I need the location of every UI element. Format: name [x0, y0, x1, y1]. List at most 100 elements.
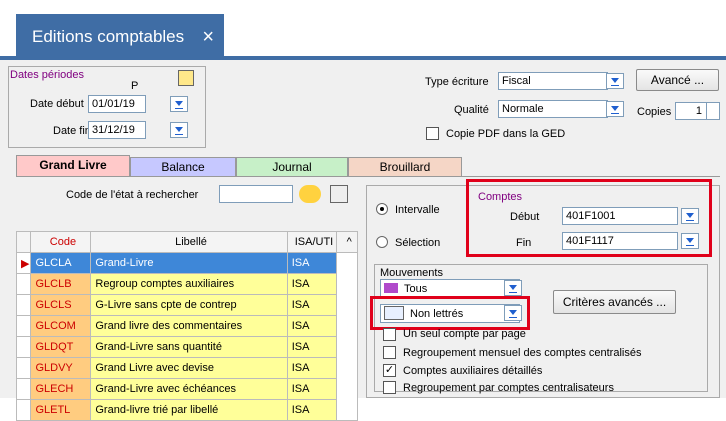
end-date-dropdown-icon[interactable]: [170, 122, 188, 138]
quality-select[interactable]: Normale: [498, 100, 608, 118]
table-row[interactable]: GLCLB Regroup comptes auxiliaires ISA: [15, 273, 358, 295]
table-cell-code[interactable]: GLCLA: [30, 252, 92, 274]
table-cell-type[interactable]: ISA: [286, 294, 338, 316]
tab-grand-livre[interactable]: Grand Livre: [16, 155, 130, 177]
check-label-one-account: Un seul compte par page: [403, 328, 526, 340]
start-date-label: Date début: [30, 98, 84, 110]
current-row-icon: ▶: [15, 252, 32, 274]
table-cell-label[interactable]: Grand-Livre: [90, 252, 288, 274]
table-cell-code[interactable]: GLCLS: [30, 294, 92, 316]
table-cell-type[interactable]: ISA: [286, 357, 338, 379]
type-label: Type écriture: [425, 76, 489, 88]
selection-label: Sélection: [395, 237, 441, 249]
table-cell-label[interactable]: G-Livre sans cpte de contrep: [90, 294, 288, 316]
window-title: Editions comptables: [32, 27, 185, 46]
checkbox-aux-detailed[interactable]: ✓: [383, 364, 396, 377]
table-cell-code[interactable]: GLETL: [30, 399, 92, 421]
table-cell-type[interactable]: ISA: [286, 315, 338, 337]
search-icon[interactable]: [299, 185, 321, 203]
movements-all-dropdown-icon[interactable]: [504, 280, 522, 296]
scrollbar[interactable]: [336, 252, 358, 421]
selection-radio[interactable]: [376, 236, 388, 248]
checkbox-one-account[interactable]: [383, 328, 396, 341]
tab-divider: [16, 176, 720, 177]
tab-brouillard[interactable]: Brouillard: [348, 157, 462, 177]
close-icon[interactable]: ×: [202, 14, 214, 60]
pin-icon: [384, 283, 398, 293]
notes-icon[interactable]: [330, 185, 348, 203]
check-label-aux-detailed: Comptes auxiliaires détaillés: [403, 365, 543, 377]
table-row[interactable]: GLCOM Grand livre des commentaires ISA: [15, 315, 358, 337]
letter-value: Non lettrés: [410, 308, 464, 320]
movements-all-value: Tous: [404, 283, 428, 295]
accounts-start-dropdown-icon[interactable]: [681, 208, 699, 224]
accounts-start-field[interactable]: 401F1001: [562, 207, 678, 225]
tab-journal[interactable]: Journal: [236, 157, 348, 177]
table-cell-label[interactable]: Grand livre des commentaires: [90, 315, 288, 337]
check-label-centralizers: Regroupement par comptes centralisateurs: [403, 382, 614, 394]
table-cell-code[interactable]: GLCLB: [30, 273, 92, 295]
quality-dropdown-icon[interactable]: [606, 101, 624, 117]
code-header[interactable]: Code: [30, 231, 92, 253]
movements-all-select[interactable]: [380, 279, 520, 297]
table-cell-type[interactable]: ISA: [286, 399, 338, 421]
advanced-criteria-button[interactable]: Critères avancés ...: [553, 290, 676, 314]
checkbox-centralizers[interactable]: [383, 381, 396, 394]
table-row[interactable]: GLETL Grand-livre trié par libellé ISA: [15, 399, 358, 421]
copies-field[interactable]: 1: [675, 102, 707, 120]
letter-dropdown-icon[interactable]: [504, 305, 522, 321]
start-date-field[interactable]: 01/01/19: [88, 95, 146, 113]
table-cell-code[interactable]: GLDVY: [30, 357, 92, 379]
checkbox-monthly[interactable]: [383, 346, 396, 359]
table-cell-label[interactable]: Grand-livre trié par libellé: [90, 399, 288, 421]
table-cell-code[interactable]: GLDQT: [30, 336, 92, 358]
accounts-end-field[interactable]: 401F1117: [562, 232, 678, 250]
state-table: Code Libellé ISA/UTI ^ ▶ GLCLA Grand-Liv…: [15, 231, 358, 421]
table-row[interactable]: ▶ GLCLA Grand-Livre ISA: [15, 252, 358, 421]
calendar-icon[interactable]: [178, 70, 194, 86]
copies-spinner[interactable]: [706, 102, 720, 120]
abc-icon: [384, 306, 404, 320]
accounts-end-dropdown-icon[interactable]: [681, 233, 699, 249]
table-cell-label[interactable]: Grand-Livre avec échéances: [90, 378, 288, 400]
copies-label: Copies: [637, 106, 672, 118]
row-indicator-header: [15, 231, 32, 253]
tab-balance[interactable]: Balance: [130, 157, 236, 177]
table-cell-label[interactable]: Grand Livre avec devise: [90, 357, 288, 379]
table-row[interactable]: GLECH Grand-Livre avec échéances ISA: [15, 378, 358, 400]
periods-label: Dates périodes: [10, 69, 84, 81]
table-cell-code[interactable]: GLECH: [30, 378, 92, 400]
search-label: Code de l'état à rechercher: [66, 189, 199, 201]
type-dropdown-icon[interactable]: [606, 73, 624, 89]
advanced-button[interactable]: Avancé ...: [636, 69, 719, 91]
check-label-monthly: Regroupement mensuel des comptes central…: [403, 347, 642, 359]
window-tab[interactable]: Editions comptables ×: [16, 14, 224, 60]
table-cell-type[interactable]: ISA: [286, 273, 338, 295]
period-code: P: [131, 80, 139, 92]
table-row[interactable]: GLDQT Grand-Livre sans quantité ISA: [15, 336, 358, 358]
table-cell-type[interactable]: ISA: [286, 336, 338, 358]
pdf-label: Copie PDF dans la GED: [446, 128, 566, 140]
end-date-label: Date fin: [53, 125, 91, 137]
table-cell-code[interactable]: GLCOM: [30, 315, 92, 337]
table-cell-type[interactable]: ISA: [286, 252, 338, 274]
scroll-up-icon[interactable]: ^: [336, 231, 358, 253]
accounts-title: Comptes: [478, 191, 523, 203]
start-date-dropdown-icon[interactable]: [170, 96, 188, 112]
end-date-field[interactable]: 31/12/19: [88, 121, 146, 139]
movements-title: Mouvements: [380, 267, 443, 279]
label-header[interactable]: Libellé: [90, 231, 288, 253]
table-cell-type[interactable]: ISA: [286, 378, 338, 400]
search-input[interactable]: [219, 185, 293, 203]
interval-radio[interactable]: [376, 203, 388, 215]
pdf-checkbox[interactable]: [426, 127, 439, 140]
interval-label: Intervalle: [395, 204, 440, 216]
type-select[interactable]: Fiscal: [498, 72, 608, 90]
quality-label: Qualité: [454, 104, 489, 116]
accounts-start-label: Début: [510, 211, 540, 223]
table-cell-label[interactable]: Regroup comptes auxiliaires: [90, 273, 288, 295]
table-row[interactable]: GLDVY Grand Livre avec devise ISA: [15, 357, 358, 379]
type-header[interactable]: ISA/UTI: [286, 231, 338, 253]
table-row[interactable]: GLCLS G-Livre sans cpte de contrep ISA: [15, 294, 358, 316]
table-cell-label[interactable]: Grand-Livre sans quantité: [90, 336, 288, 358]
